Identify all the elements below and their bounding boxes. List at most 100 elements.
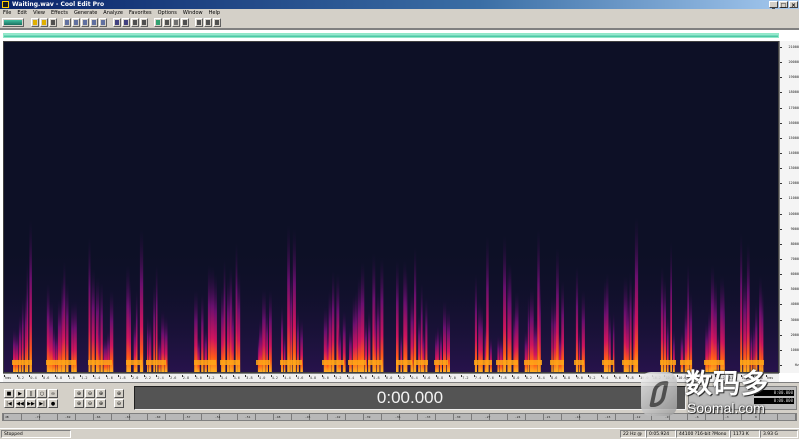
cut-button[interactable] — [63, 18, 71, 27]
mix-paste-button[interactable] — [90, 18, 98, 27]
spectral-burst — [759, 275, 762, 372]
level-label: -45 — [305, 415, 311, 419]
level-label: -39 — [365, 415, 371, 419]
frequency-tick: 12000 — [780, 181, 799, 186]
time-tick: 9.8 — [626, 375, 634, 380]
play-to-end-button[interactable]: ○ — [37, 389, 47, 398]
close-button[interactable]: × — [789, 1, 798, 9]
help-button[interactable] — [204, 18, 212, 27]
menu-options[interactable]: Options — [158, 9, 177, 17]
spectral-burst — [290, 265, 293, 372]
time-tick: 9.6 — [613, 375, 621, 380]
time-tick: hms — [765, 375, 774, 380]
zoom-in-vertical-button[interactable]: ⊕ — [96, 399, 106, 408]
time-tick: hms — [3, 375, 12, 380]
selection-begin[interactable]: 0:00.000 — [754, 390, 794, 396]
copy-button[interactable] — [72, 18, 80, 27]
zoom-icon: ⊕ — [116, 391, 122, 397]
zoom-out-vertical-button[interactable]: ⊖ — [85, 399, 95, 408]
formant-band — [524, 360, 542, 365]
selection-end[interactable]: 0:00.000 — [754, 398, 794, 404]
menu-analyze[interactable]: Analyze — [103, 9, 123, 17]
trim-icon — [101, 20, 105, 25]
menu-help[interactable]: Help — [209, 9, 220, 17]
settings-button[interactable] — [195, 18, 203, 27]
spectral-burst — [414, 247, 417, 372]
loop-button[interactable]: ∞ — [48, 389, 58, 398]
menu-file[interactable]: File — [3, 9, 11, 17]
spectral-burst — [670, 242, 672, 372]
rewind-button[interactable]: ◀◀ — [15, 399, 25, 408]
status-bar: Stopped 22 Hz @ 0:05.924 44100 ?16-bit ?… — [0, 428, 799, 439]
fast-forward-button[interactable]: ▶▶ — [26, 399, 36, 408]
select-all-button[interactable] — [131, 18, 139, 27]
maximize-button[interactable]: □ — [779, 1, 788, 9]
menu-bar: File Edit View Effects Generate Analyze … — [0, 9, 799, 17]
minimize-button[interactable]: _ — [769, 1, 778, 9]
formant-band — [322, 360, 344, 365]
close-file-button[interactable] — [49, 18, 57, 27]
spectral-view-button[interactable] — [154, 18, 162, 27]
time-tick: 10.2 — [651, 375, 662, 380]
cd-button[interactable] — [172, 18, 180, 27]
stop-button[interactable]: ■ — [4, 389, 14, 398]
zoom-reset-button[interactable]: ⊖ — [114, 399, 124, 408]
play-button[interactable]: ▶ — [15, 389, 25, 398]
overview-bar[interactable] — [3, 33, 779, 38]
formant-band — [348, 360, 366, 365]
menu-view[interactable]: View — [33, 9, 45, 17]
time-tick: 3.2 — [207, 375, 215, 380]
open-button[interactable] — [31, 18, 39, 27]
menu-effects[interactable]: Effects — [51, 9, 68, 17]
paste-button[interactable] — [81, 18, 89, 27]
go-to-end-button[interactable]: ▶| — [37, 399, 47, 408]
time-tick: 3.8 — [245, 375, 253, 380]
spectral-burst — [197, 334, 200, 372]
formant-band — [66, 360, 76, 365]
menu-window[interactable]: Window — [183, 9, 203, 17]
zoom-button[interactable] — [163, 18, 171, 27]
time-ruler[interactable]: hms 0.2 0.4 0.6 0.8 1.0 1.2 1.4 1.6 1.8 2.0 2.2 2.4 2… — [3, 373, 779, 382]
time-tick: 8.2 — [524, 375, 533, 380]
time-tick: 0.4 — [29, 375, 37, 380]
redo-button[interactable] — [122, 18, 130, 27]
settings-icon — [197, 20, 201, 25]
time-tick: 3.4 — [219, 375, 228, 380]
spectral-burst — [63, 261, 66, 372]
save-button[interactable] — [40, 18, 48, 27]
spectral-burst — [575, 266, 579, 372]
menu-generate[interactable]: Generate — [74, 9, 97, 17]
go-to-start-button[interactable]: |◀ — [4, 399, 14, 408]
spectral-burst — [405, 269, 408, 372]
menu-favorites[interactable]: Favorites — [129, 9, 152, 17]
zoom-in-left-button[interactable]: ⊕ — [74, 399, 84, 408]
spectral-view[interactable] — [3, 41, 779, 373]
time-tick: 5.8 — [372, 375, 380, 380]
time-tick: 8.6 — [550, 375, 558, 380]
menu-edit[interactable]: Edit — [17, 9, 27, 17]
frequency-tick: Hz — [780, 363, 799, 368]
zoom-buttons: ⊕ ⊖ ⊕ ⊕ ⊖ ⊕ — [74, 389, 106, 408]
properties-button[interactable] — [213, 18, 221, 27]
pause-button[interactable]: || — [26, 389, 36, 398]
trim-button[interactable] — [99, 18, 107, 27]
zoom-in-horizontal-button[interactable]: ⊕ — [74, 389, 84, 398]
frequency-tick: 10000 — [780, 212, 799, 217]
record-button[interactable]: ● — [48, 399, 58, 408]
multitrack-button[interactable] — [181, 18, 189, 27]
undo-button[interactable] — [113, 18, 121, 27]
spectral-burst — [524, 329, 528, 372]
formant-band — [550, 360, 564, 365]
waveform-view-button[interactable] — [2, 18, 24, 27]
spectral-burst — [269, 290, 272, 372]
repeat-button[interactable] — [140, 18, 148, 27]
frequency-tick: 21000 — [780, 45, 799, 50]
zoom-selection-button[interactable]: ⊕ — [114, 389, 124, 398]
level-label: -21 — [545, 415, 551, 419]
help-icon — [206, 20, 210, 25]
zoom-full-button[interactable]: ⊕ — [96, 389, 106, 398]
time-tick: 0.8 — [54, 375, 63, 380]
spectral-burst — [410, 291, 414, 372]
time-tick: 5.6 — [359, 375, 367, 380]
zoom-out-horizontal-button[interactable]: ⊖ — [85, 389, 95, 398]
